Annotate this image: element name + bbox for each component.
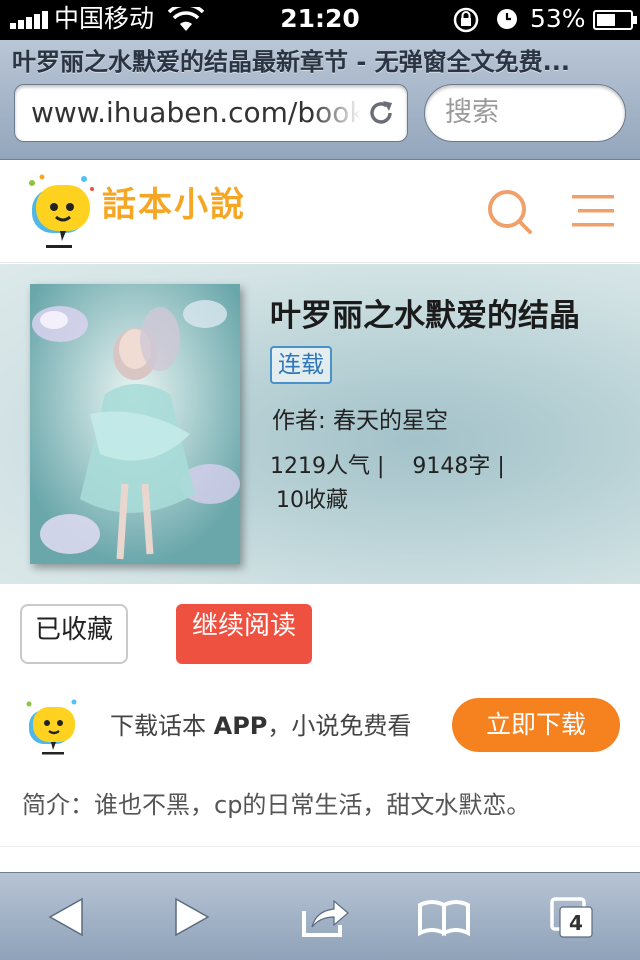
continue-reading-button[interactable]: 继续阅读 xyxy=(176,604,312,664)
rotation-lock-icon xyxy=(453,7,479,33)
url-text[interactable]: www.ihuaben.com/book/ xyxy=(31,85,361,141)
app-logo-icon xyxy=(26,699,77,755)
tabs-count: 4 xyxy=(569,911,583,935)
promo-app: APP xyxy=(213,712,268,740)
battery-percentage: 53% xyxy=(530,4,586,33)
back-arrow-icon xyxy=(48,897,83,937)
book-author[interactable]: 作者: 春天的星空 xyxy=(272,404,448,438)
browser-search-field[interactable]: 搜索 xyxy=(424,84,626,142)
share-button[interactable] xyxy=(294,887,354,947)
book-cover-image[interactable] xyxy=(30,284,240,564)
book-title: 叶罗丽之水默爱的结晶 xyxy=(270,298,580,334)
share-icon xyxy=(302,899,349,937)
forward-arrow-icon xyxy=(175,897,210,937)
logo-icon[interactable] xyxy=(24,173,98,253)
reload-icon[interactable] xyxy=(367,99,395,127)
tabs-button[interactable]: 4 xyxy=(544,887,604,947)
tabs-icon: 4 xyxy=(550,897,593,938)
promo-suffix: ，小说免费看 xyxy=(267,712,412,740)
search-icon[interactable] xyxy=(485,187,533,235)
book-intro: 简介：谁也不黑，cp的日常生活，甜文水默恋。 xyxy=(22,791,531,819)
favorite-button[interactable]: 已收藏 xyxy=(20,604,128,664)
divider xyxy=(0,846,640,847)
page-title: 叶罗丽之水默爱的结晶最新章节 - 无弹窗全文免费... xyxy=(12,48,571,76)
promo-prefix: 下载话本 xyxy=(110,712,214,740)
forward-button[interactable] xyxy=(162,887,222,947)
menu-icon[interactable] xyxy=(572,193,614,229)
app-promo-text: 下载话本 APP，小说免费看 xyxy=(110,708,411,744)
bookmarks-button[interactable] xyxy=(414,887,474,947)
status-badge: 连载 xyxy=(270,346,332,384)
back-button[interactable] xyxy=(36,887,96,947)
download-app-button[interactable]: 立即下载 xyxy=(452,698,620,752)
alarm-icon xyxy=(497,9,517,29)
battery-icon xyxy=(593,10,637,30)
book-favorites-count: 10收藏 xyxy=(276,488,348,513)
bookmarks-icon xyxy=(418,900,470,937)
browser-top-bar: 叶罗丽之水默爱的结晶最新章节 - 无弹窗全文免费... www.ihuaben.… xyxy=(0,40,640,160)
logo-text[interactable]: 話本小說 xyxy=(102,183,246,227)
search-placeholder: 搜索 xyxy=(445,97,499,128)
address-bar[interactable]: www.ihuaben.com/book/ xyxy=(14,84,408,142)
site-header: 話本小說 xyxy=(0,161,640,263)
browser-toolbar: 4 xyxy=(0,872,640,960)
book-stats: 1219人气 | 9148字 | xyxy=(270,454,505,479)
book-info-panel: 叶罗丽之水默爱的结晶 连载 作者: 春天的星空 1219人气 | 9148字 |… xyxy=(0,264,640,584)
status-bar: 中国移动 21:20 53% xyxy=(0,0,640,40)
